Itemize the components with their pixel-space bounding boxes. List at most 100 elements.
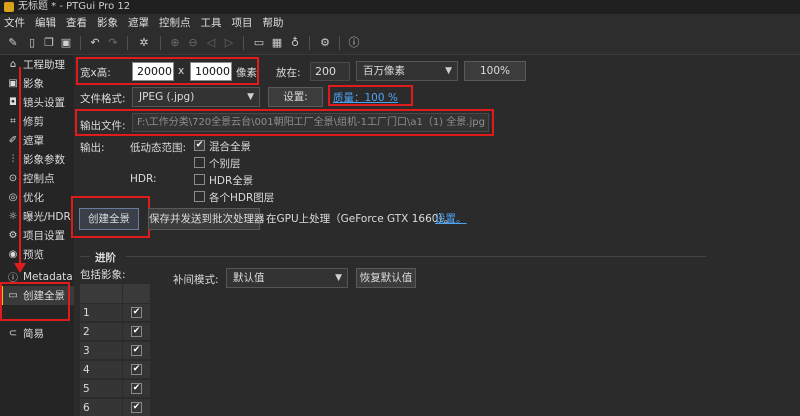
include-checkbox[interactable]: ✔ bbox=[131, 345, 142, 356]
row-checkbox-cell: ✔ bbox=[122, 304, 150, 322]
help-icon[interactable]: ⓘ bbox=[347, 36, 361, 50]
ldr-label: 低动态范围: bbox=[130, 142, 187, 154]
annotation-box-create bbox=[0, 282, 70, 321]
menu-project[interactable]: 项目 bbox=[232, 15, 253, 30]
menu-bar: 文件 编辑 查看 影象 遮罩 控制点 工具 项目 帮助 bbox=[0, 14, 800, 31]
advanced-title: 进阶 bbox=[95, 252, 116, 264]
megapixel-unit-select[interactable]: 百万像素 ▼ bbox=[356, 61, 458, 81]
copy-icon[interactable]: ❐ bbox=[42, 36, 56, 50]
advanced-divider-left bbox=[80, 256, 90, 257]
menu-images[interactable]: 影象 bbox=[97, 15, 118, 30]
hdr-layers-label: 各个HDR图层 bbox=[209, 192, 275, 204]
include-checkbox[interactable]: ✔ bbox=[131, 326, 142, 337]
row-number: 2 bbox=[80, 323, 122, 341]
individual-layers-label: 个别层 bbox=[209, 158, 241, 170]
toolbar: ✎ ▯ ❐ ▣ ↶ ↷ ✲ ⊕ ⊖ ◁ ▷ ▭ ▦ ♁ ⚙ ⓘ bbox=[0, 31, 800, 55]
annotation-box-output-file bbox=[75, 109, 494, 136]
individual-layers-checkbox[interactable] bbox=[194, 157, 205, 168]
include-images-label: 包括影象: bbox=[80, 269, 126, 281]
interpolation-label: 补间模式: bbox=[173, 274, 219, 286]
row-checkbox-cell: ✔ bbox=[122, 342, 150, 360]
chevron-down-icon: ▼ bbox=[335, 273, 342, 283]
chevron-down-icon: ▼ bbox=[247, 92, 254, 102]
batch-button[interactable]: 保存并发送到批次处理器 bbox=[148, 208, 265, 230]
toolbar-separator bbox=[339, 36, 340, 50]
gear-icon[interactable]: ⚙ bbox=[318, 36, 332, 50]
gpu-settings-link[interactable]: 设置。 bbox=[435, 211, 467, 226]
hdr-label: HDR: bbox=[130, 173, 157, 185]
table-row[interactable]: 3 ✔ bbox=[80, 342, 150, 360]
reset-defaults-button[interactable]: 恢复默认值 bbox=[356, 268, 416, 288]
menu-view[interactable]: 查看 bbox=[66, 15, 87, 30]
row-number: 5 bbox=[80, 380, 122, 398]
row-checkbox-cell: ✔ bbox=[122, 361, 150, 379]
menu-mask[interactable]: 遮罩 bbox=[128, 15, 149, 30]
chevron-down-icon: ▼ bbox=[445, 66, 452, 76]
annotation-arrow bbox=[14, 67, 26, 273]
interpolation-select[interactable]: 默认值 ▼ bbox=[226, 268, 348, 288]
zoom-out-icon[interactable]: ⊖ bbox=[186, 36, 200, 50]
open-file-icon[interactable]: ▯ bbox=[25, 36, 39, 50]
table-icon[interactable]: ▦ bbox=[270, 36, 284, 50]
include-checkbox[interactable]: ✔ bbox=[131, 383, 142, 394]
include-checkbox[interactable]: ✔ bbox=[131, 364, 142, 375]
advanced-divider-right bbox=[126, 256, 706, 257]
toolbar-separator bbox=[127, 36, 128, 50]
row-number: 3 bbox=[80, 342, 122, 360]
row-number: 1 bbox=[80, 304, 122, 322]
blended-panorama-checkbox[interactable]: ✔ bbox=[194, 140, 205, 151]
blended-panorama-label: 混合全景 bbox=[209, 141, 251, 153]
previous-icon[interactable]: ◁ bbox=[204, 36, 218, 50]
table-row[interactable]: 1 ✔ bbox=[80, 304, 150, 322]
annotation-box-size bbox=[76, 57, 259, 85]
toolbar-separator bbox=[309, 36, 310, 50]
scale-label: 放在: bbox=[276, 67, 301, 79]
hdr-panorama-label: HDR全景 bbox=[209, 175, 254, 187]
save-icon[interactable]: ▣ bbox=[59, 36, 73, 50]
row-number: 6 bbox=[80, 399, 122, 416]
menu-edit[interactable]: 编辑 bbox=[35, 15, 56, 30]
gpu-text: 在GPU上处理（GeForce GTX 1660）。 bbox=[266, 213, 455, 225]
menu-file[interactable]: 文件 bbox=[4, 15, 25, 30]
percent-100-button[interactable]: 100% bbox=[464, 61, 526, 81]
redo-icon[interactable]: ↷ bbox=[106, 36, 120, 50]
table-row[interactable]: 4 ✔ bbox=[80, 361, 150, 379]
row-checkbox-cell: ✔ bbox=[122, 323, 150, 341]
format-settings-button[interactable]: 设置: bbox=[268, 87, 323, 107]
new-file-icon[interactable]: ✎ bbox=[6, 36, 20, 50]
row-checkbox-cell: ✔ bbox=[122, 399, 150, 416]
settings-icon[interactable]: ✲ bbox=[137, 36, 151, 50]
table-header-cell bbox=[122, 284, 150, 304]
next-icon[interactable]: ▷ bbox=[222, 36, 236, 50]
table-row[interactable]: 5 ✔ bbox=[80, 380, 150, 398]
toolbar-separator bbox=[243, 36, 244, 50]
include-checkbox[interactable]: ✔ bbox=[131, 307, 142, 318]
menu-control-points[interactable]: 控制点 bbox=[159, 15, 191, 30]
menu-help[interactable]: 帮助 bbox=[263, 15, 284, 30]
file-format-select[interactable]: JPEG (.jpg) ▼ bbox=[132, 87, 260, 107]
table-row[interactable]: 2 ✔ bbox=[80, 323, 150, 341]
panorama-editor-icon[interactable]: ▭ bbox=[252, 36, 266, 50]
hdr-panorama-checkbox[interactable] bbox=[194, 174, 205, 185]
toolbar-separator bbox=[80, 36, 81, 50]
table-header bbox=[80, 284, 150, 304]
hdr-layers-checkbox[interactable] bbox=[194, 191, 205, 202]
table-header-cell bbox=[80, 284, 122, 304]
table-row[interactable]: 6 ✔ bbox=[80, 399, 150, 416]
row-number: 4 bbox=[80, 361, 122, 379]
toolbar-separator bbox=[160, 36, 161, 50]
megapixels-input[interactable]: 200 bbox=[310, 62, 350, 81]
menu-tools[interactable]: 工具 bbox=[201, 15, 222, 30]
annotation-box-quality bbox=[328, 85, 413, 106]
lightbulb-icon[interactable]: ♁ bbox=[288, 36, 302, 50]
include-images-table: 1 ✔ 2 ✔ 3 ✔ 4 ✔ 5 ✔ 6 ✔ bbox=[80, 284, 150, 416]
title-bar: 无标题 * - PTGui Pro 12 bbox=[0, 0, 800, 14]
window-title: 无标题 * - PTGui Pro 12 bbox=[18, 1, 131, 12]
output-label: 输出: bbox=[80, 142, 105, 154]
include-checkbox[interactable]: ✔ bbox=[131, 402, 142, 413]
zoom-in-icon[interactable]: ⊕ bbox=[168, 36, 182, 50]
undo-icon[interactable]: ↶ bbox=[88, 36, 102, 50]
row-checkbox-cell: ✔ bbox=[122, 380, 150, 398]
file-format-label: 文件格式: bbox=[80, 93, 126, 105]
app-icon bbox=[4, 2, 14, 12]
